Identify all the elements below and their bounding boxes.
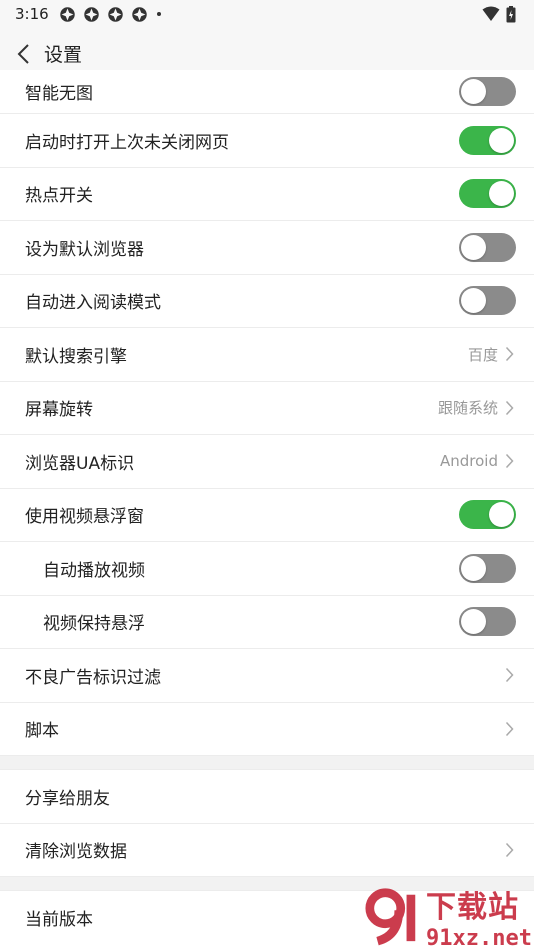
toggle-knob — [489, 181, 514, 207]
toggle-switch[interactable] — [459, 232, 516, 262]
app-notification-icon — [83, 6, 99, 22]
settings-row[interactable]: 视频保持悬浮 — [0, 595, 534, 649]
settings-row[interactable]: 屏幕旋转 跟随系统 — [0, 381, 534, 435]
toggle-knob — [461, 555, 486, 581]
settings-row[interactable]: 启动时打开上次未关闭网页 — [0, 114, 534, 168]
status-bar: 3:16 — [0, 0, 534, 28]
settings-label: 默认搜索引擎 — [25, 346, 127, 367]
watermark-title: 下载站 — [426, 889, 520, 925]
settings-row[interactable]: 默认搜索引擎 百度 — [0, 328, 534, 382]
watermark-logo: 下载站 91xz.net — [364, 884, 532, 950]
settings-label: 设为默认浏览器 — [25, 239, 144, 260]
settings-row[interactable]: 自动播放视频 — [0, 542, 534, 596]
settings-label: 屏幕旋转 — [25, 400, 93, 421]
settings-row[interactable]: 自动进入阅读模式 — [0, 274, 534, 328]
chevron-right-icon — [502, 666, 516, 684]
settings-label: 清除浏览数据 — [25, 842, 127, 863]
settings-label: 启动时打开上次未关闭网页 — [25, 132, 229, 153]
settings-label: 自动播放视频 — [43, 560, 145, 581]
toggle-knob — [461, 79, 486, 104]
toggle-switch[interactable] — [459, 500, 516, 530]
settings-row[interactable]: 热点开关 — [0, 167, 534, 221]
page-title: 设置 — [44, 44, 83, 66]
settings-label: 热点开关 — [25, 186, 93, 207]
toggle-switch[interactable] — [459, 179, 516, 209]
settings-row[interactable]: 脚本 — [0, 702, 534, 756]
settings-list: 智能无图 启动时打开上次未关闭网页 热点开关 设为默认浏览器 自动进入阅读模式 默认搜索引… — [0, 70, 534, 945]
chevron-right-icon — [502, 841, 516, 859]
settings-row[interactable]: 分享给朋友 — [0, 770, 534, 824]
watermark-logo-icon — [365, 888, 416, 946]
toggle-knob — [489, 502, 514, 528]
chevron-left-icon — [17, 43, 29, 64]
toggle-knob — [461, 288, 486, 314]
settings-group-main: 智能无图 启动时打开上次未关闭网页 热点开关 设为默认浏览器 自动进入阅读模式 默认搜索引… — [0, 70, 534, 756]
settings-label: 自动进入阅读模式 — [25, 293, 161, 314]
app-notification-icon — [59, 6, 75, 22]
chevron-right-icon — [502, 345, 516, 363]
wifi-icon — [482, 6, 500, 21]
toggle-knob — [461, 609, 486, 635]
toggle-switch[interactable] — [459, 607, 516, 637]
toggle-switch[interactable] — [459, 286, 516, 316]
settings-row[interactable]: 智能无图 — [0, 70, 534, 114]
more-notifications-dot — [156, 12, 161, 16]
settings-row[interactable]: 不良广告标识过滤 — [0, 649, 534, 703]
toggle-switch[interactable] — [459, 125, 516, 155]
settings-label: 使用视频悬浮窗 — [25, 507, 144, 528]
settings-label: 浏览器UA标识 — [25, 453, 135, 474]
status-time: 3:16 — [15, 5, 49, 23]
battery-icon — [506, 5, 516, 22]
status-app-icons — [59, 6, 161, 23]
chevron-right-icon — [502, 399, 516, 417]
settings-value: 跟随系统 — [437, 399, 498, 418]
settings-label: 不良广告标识过滤 — [25, 667, 161, 688]
settings-value: Android — [440, 452, 498, 471]
settings-row[interactable]: 设为默认浏览器 — [0, 221, 534, 275]
chevron-right-icon — [502, 452, 516, 470]
toggle-knob — [489, 127, 514, 153]
toggle-switch[interactable] — [459, 77, 516, 106]
watermark-url: 91xz.net — [426, 925, 532, 950]
settings-label: 视频保持悬浮 — [43, 614, 145, 635]
settings-row[interactable]: 使用视频悬浮窗 — [0, 488, 534, 542]
settings-value: 百度 — [467, 345, 498, 364]
settings-row[interactable]: 浏览器UA标识 Android — [0, 435, 534, 489]
section-divider — [0, 756, 534, 770]
toggle-switch[interactable] — [459, 553, 516, 583]
settings-label: 智能无图 — [25, 84, 93, 104]
toggle-knob — [461, 234, 486, 260]
settings-group-share: 分享给朋友清除浏览数据 — [0, 770, 534, 877]
chevron-right-icon — [502, 720, 516, 738]
app-notification-icon — [131, 6, 147, 22]
settings-label: 分享给朋友 — [25, 788, 110, 809]
app-notification-icon — [107, 6, 123, 22]
settings-label: 脚本 — [25, 721, 59, 742]
settings-row[interactable]: 清除浏览数据 — [0, 823, 534, 877]
